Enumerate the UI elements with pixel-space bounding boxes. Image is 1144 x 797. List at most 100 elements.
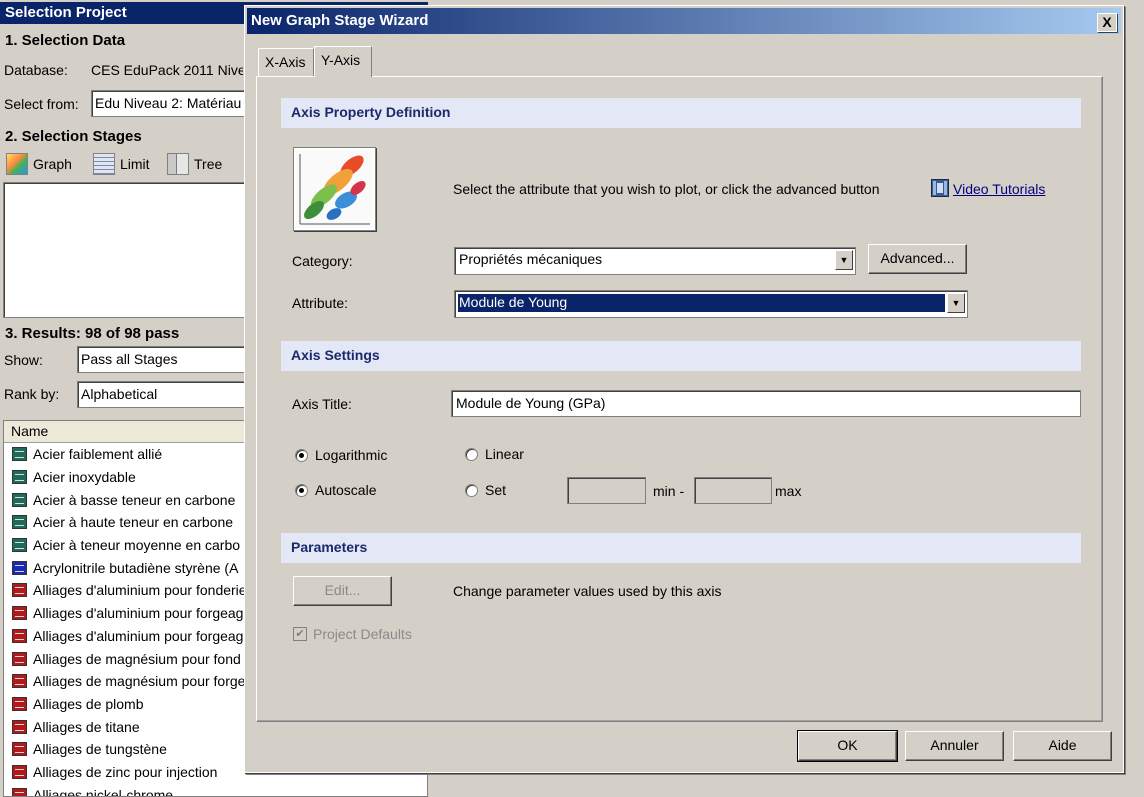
limit-stage-button[interactable]: Limit [93,152,150,176]
tab-y-axis[interactable]: Y-Axis [314,46,372,77]
attribute-dropdown-arrow-icon[interactable]: ▼ [947,293,965,313]
attribute-dropdown[interactable]: Module de Young ▼ [454,290,968,318]
category-label: Category: [292,253,353,269]
limit-icon [93,153,115,175]
list-item[interactable]: Alliages nickel-chrome [4,783,427,797]
set-radio[interactable]: Set [465,482,506,498]
axis-property-definition-header: Axis Property Definition [281,98,1081,128]
graph-stage-label: Graph [33,156,72,172]
ok-button[interactable]: OK [797,730,898,762]
list-item-label: Alliages de zinc pour injection [33,763,218,780]
dialog-titlebar: New Graph Stage Wizard X [247,8,1121,34]
list-item-label: Acier faiblement allié [33,446,163,463]
min-label: min - [653,483,685,499]
category-dropdown-arrow-icon[interactable]: ▼ [835,250,853,270]
list-item-label: Acier inoxydable [33,469,136,486]
axis-settings-header: Axis Settings [281,341,1081,371]
material-icon [12,470,27,485]
attribute-label: Attribute: [292,295,349,311]
graph-preview-icon [293,147,376,231]
axis-title-input[interactable]: Module de Young (GPa) [451,390,1081,417]
tree-icon [167,153,189,175]
video-tutorials-icon [931,179,949,197]
material-icon [12,560,27,575]
graph-stage-button[interactable]: Graph [6,152,72,176]
select-from-label: Select from: [4,96,79,112]
list-item-label: Acier à basse teneur en carbone [33,491,236,508]
show-dropdown[interactable]: Pass all Stages [77,346,251,373]
advanced-button[interactable]: Advanced... [868,244,967,274]
linear-radio-circle[interactable] [465,447,478,461]
list-item-label: Alliages de plomb [33,695,144,712]
selection-data-heading: 1. Selection Data [5,32,126,49]
material-icon [12,492,27,507]
selection-stages-heading: 2. Selection Stages [5,128,142,145]
graph-icon [6,153,28,175]
list-item-label: Acier à haute teneur en carbone [33,514,234,531]
edit-parameters-button[interactable]: Edit... [293,576,392,606]
select-from-dropdown[interactable]: Edu Niveau 2: Matériau [91,90,251,117]
close-button[interactable]: X [1097,13,1117,32]
list-item-label: Alliages d'aluminium pour forgeag [33,627,244,644]
material-icon [12,606,27,621]
attribute-value: Module de Young [458,294,945,312]
project-defaults-checkbox[interactable]: ✔ Project Defaults [293,626,412,642]
database-value: CES EduPack 2011 Nive [91,62,243,78]
tab-x-axis[interactable]: X-Axis [258,48,314,76]
dialog-title: New Graph Stage Wizard [251,12,429,29]
material-icon [12,787,27,796]
material-icon [12,583,27,598]
cancel-button[interactable]: Annuler [905,731,1004,761]
set-label: Set [485,482,507,498]
category-dropdown[interactable]: Propriétés mécaniques ▼ [454,247,856,275]
set-radio-circle[interactable] [465,483,478,497]
results-heading: 3. Results: 98 of 98 pass [5,325,180,342]
list-item-label: Acrylonitrile butadiène styrène (A [33,559,239,576]
database-label: Database: [4,62,68,78]
material-icon [12,515,27,530]
material-icon [12,628,27,643]
material-icon [12,742,27,757]
list-item-label: Alliages de magnésium pour forge [33,673,246,690]
list-item-label: Alliages d'aluminium pour fonderie [33,582,247,599]
list-item-label: Alliages de titane [33,718,140,735]
list-item-label: Acier à teneur moyenne en carbo [33,537,241,554]
rank-by-label: Rank by: [4,386,60,402]
axis-title-label: Axis Title: [292,396,352,412]
project-defaults-check-icon[interactable]: ✔ [293,627,307,641]
material-icon [12,696,27,711]
autoscale-radio-circle[interactable] [295,483,308,497]
linear-radio[interactable]: Linear [465,446,524,462]
logarithmic-radio[interactable]: Logarithmic [295,447,387,463]
list-item-label: Alliages de magnésium pour fond [33,650,241,667]
logarithmic-radio-circle[interactable] [295,448,308,462]
autoscale-radio[interactable]: Autoscale [295,482,376,498]
rank-by-dropdown[interactable]: Alphabetical [77,381,251,408]
parameters-header: Parameters [281,533,1081,563]
tree-stage-button[interactable]: Tree [167,152,222,176]
new-graph-stage-wizard: New Graph Stage Wizard X X-Axis Y-Axis A… [244,5,1124,773]
limit-stage-label: Limit [120,156,150,172]
logarithmic-label: Logarithmic [315,447,388,463]
list-item-label: Alliages d'aluminium pour forgeag [33,605,244,622]
max-label: max [775,483,802,499]
material-icon [12,651,27,666]
parameters-description: Change parameter values used by this axi… [453,583,722,599]
max-input[interactable] [694,477,772,504]
material-icon [12,674,27,689]
material-icon [12,447,27,462]
list-item-label: Alliages nickel-chrome [33,786,174,797]
category-value: Propriétés mécaniques [459,251,603,267]
help-button[interactable]: Aide [1013,731,1112,761]
instruction-text: Select the attribute that you wish to pl… [453,181,880,197]
min-input[interactable] [567,477,646,504]
list-item-label: Alliages de tungstène [33,741,167,758]
project-defaults-label: Project Defaults [313,626,412,642]
video-tutorials-link[interactable]: Video Tutorials [953,181,1045,197]
material-icon [12,764,27,779]
material-icon [12,719,27,734]
close-icon: X [1102,14,1112,30]
tree-stage-label: Tree [194,156,223,172]
linear-label: Linear [485,446,524,462]
show-label: Show: [4,352,43,368]
